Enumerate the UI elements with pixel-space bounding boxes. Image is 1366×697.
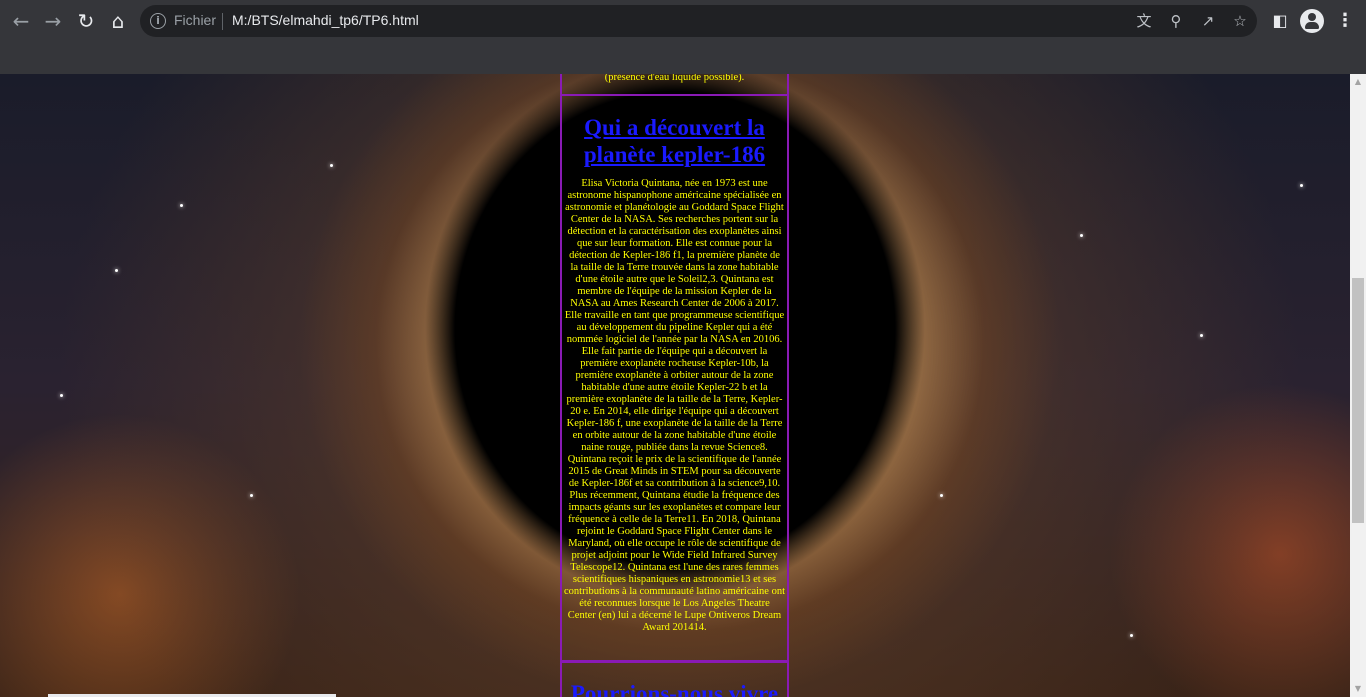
star-decoration: [250, 494, 253, 497]
info-icon[interactable]: i: [150, 13, 166, 29]
profile-avatar-icon[interactable]: [1300, 9, 1324, 33]
next-section-box: Pourrions-nous vivre: [560, 661, 789, 697]
page-viewport: (présence d'eau liquide possible). Qui a…: [0, 74, 1350, 697]
star-decoration: [1200, 334, 1203, 337]
reload-button[interactable]: ↻: [73, 8, 99, 34]
star-decoration: [1080, 234, 1083, 237]
section-title-link[interactable]: Qui a découvert la planète kepler-186: [566, 114, 783, 168]
section-paragraph: Elisa Victoria Quintana, née en 1973 est…: [564, 178, 786, 633]
address-separator: [222, 13, 223, 30]
browser-chrome: ← → ↻ ⌂ i Fichier M:/BTS/elmahdi_tp6/TP6…: [0, 0, 1366, 74]
discoverer-section-box: Qui a découvert la planète kepler-186 El…: [560, 94, 789, 662]
menu-dots-icon[interactable]: ⋮: [1336, 9, 1354, 33]
star-decoration: [60, 394, 63, 397]
star-decoration: [1130, 634, 1133, 637]
home-icon: ⌂: [111, 9, 125, 33]
scroll-thumb[interactable]: [1352, 278, 1364, 523]
scroll-up-icon[interactable]: ▲: [1350, 74, 1366, 90]
vertical-scrollbar[interactable]: ▲ ▼: [1350, 74, 1366, 697]
translate-icon[interactable]: 文: [1134, 11, 1154, 31]
zoom-icon[interactable]: ⚲: [1166, 11, 1186, 31]
forward-button[interactable]: →: [40, 8, 66, 34]
star-decoration: [330, 164, 333, 167]
next-section-title: Pourrions-nous vivre: [570, 681, 779, 697]
star-decoration: [115, 269, 118, 272]
scheme-label: Fichier: [174, 12, 217, 28]
back-button[interactable]: ←: [8, 8, 34, 34]
arrow-right-icon: →: [44, 9, 62, 33]
star-decoration: [940, 494, 943, 497]
bookmark-star-icon[interactable]: ☆: [1230, 11, 1250, 31]
side-panel-icon[interactable]: ◧: [1268, 9, 1292, 33]
star-decoration: [180, 204, 183, 207]
previous-section-box: (présence d'eau liquide possible).: [560, 74, 789, 96]
star-decoration: [1300, 184, 1303, 187]
arrow-left-icon: ←: [12, 9, 30, 33]
address-bar[interactable]: i Fichier M:/BTS/elmahdi_tp6/TP6.html 文 …: [140, 5, 1257, 37]
previous-section-fragment: (présence d'eau liquide possible).: [604, 74, 745, 83]
browser-toolbar: ← → ↻ ⌂ i Fichier M:/BTS/elmahdi_tp6/TP6…: [0, 0, 1366, 42]
home-button[interactable]: ⌂: [105, 8, 131, 34]
content-column: (présence d'eau liquide possible). Qui a…: [559, 74, 790, 697]
share-icon[interactable]: ↗: [1198, 11, 1218, 31]
url-text[interactable]: M:/BTS/elmahdi_tp6/TP6.html: [232, 12, 419, 28]
scroll-down-icon[interactable]: ▼: [1350, 681, 1366, 697]
reload-icon: ↻: [77, 9, 95, 33]
